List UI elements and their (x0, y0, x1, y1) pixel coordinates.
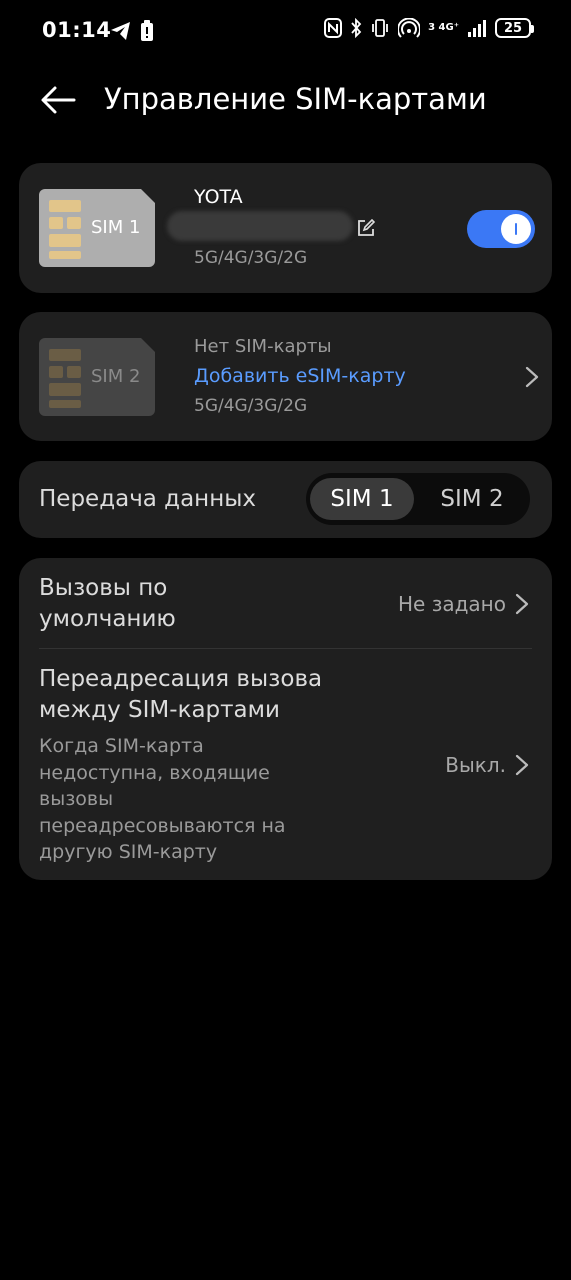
sim1-chip-label: SIM 1 (91, 217, 141, 238)
status-bar: 01:14 3 4G⁺ 25 (0, 0, 571, 62)
page-title: Управление SIM-картами (104, 82, 487, 116)
network-type-label: 3 4G⁺ (428, 22, 459, 33)
sim1-networks: 5G/4G/3G/2G (194, 248, 308, 268)
edit-icon[interactable] (357, 219, 375, 237)
sim1-card[interactable]: SIM 1 YOTA 5G/4G/3G/2G (19, 163, 552, 293)
call-forwarding-description: Когда SIM-карта недоступна, входящие выз… (39, 735, 286, 863)
sim2-card[interactable]: SIM 2 Нет SIM-карты Добавить eSIM-карту … (19, 312, 552, 441)
hotspot-icon (398, 18, 421, 38)
data-transfer-label: Передача данных (39, 486, 257, 512)
nfc-icon (324, 18, 343, 38)
default-calls-label: Вызовы по умолчанию (39, 575, 176, 632)
call-forwarding-label: Переадресация вызова между SIM-картами (39, 666, 323, 723)
add-esim-link[interactable]: Добавить eSIM-карту (194, 365, 406, 387)
sim1-toggle[interactable] (467, 210, 535, 248)
sim2-networks: 5G/4G/3G/2G (194, 396, 308, 416)
default-calls-value: Не задано (398, 592, 506, 616)
data-sim2-option[interactable]: SIM 2 (420, 478, 524, 520)
sim1-operator: YOTA (194, 186, 243, 208)
call-forwarding-value: Выкл. (445, 753, 506, 777)
call-forwarding-row[interactable]: Переадресация вызова между SIM-картами К… (19, 649, 552, 880)
default-calls-row[interactable]: Вызовы по умолчанию Не задано (19, 558, 552, 648)
back-arrow-icon[interactable] (38, 80, 78, 120)
sim1-number-redacted (167, 211, 353, 241)
chevron-right-icon (515, 593, 529, 615)
app-header: Управление SIM-картами (0, 70, 571, 132)
vibrate-icon (372, 19, 389, 37)
data-sim-segmented-control[interactable]: SIM 1 SIM 2 (306, 473, 530, 525)
signal-icon (468, 20, 486, 37)
calls-card: Вызовы по умолчанию Не задано Переадреса… (19, 558, 552, 880)
alert-icon (141, 20, 153, 41)
telegram-icon (111, 22, 130, 40)
data-sim1-option[interactable]: SIM 1 (310, 478, 414, 520)
chevron-right-icon (525, 366, 539, 388)
bluetooth-icon (351, 18, 362, 38)
sim2-chip-label: SIM 2 (91, 366, 141, 387)
data-transfer-card: Передача данных SIM 1 SIM 2 (19, 461, 552, 538)
status-time: 01:14 (42, 18, 112, 42)
chevron-right-icon (515, 754, 529, 776)
battery-icon: 25 (495, 18, 534, 38)
sim2-status: Нет SIM-карты (194, 336, 332, 357)
